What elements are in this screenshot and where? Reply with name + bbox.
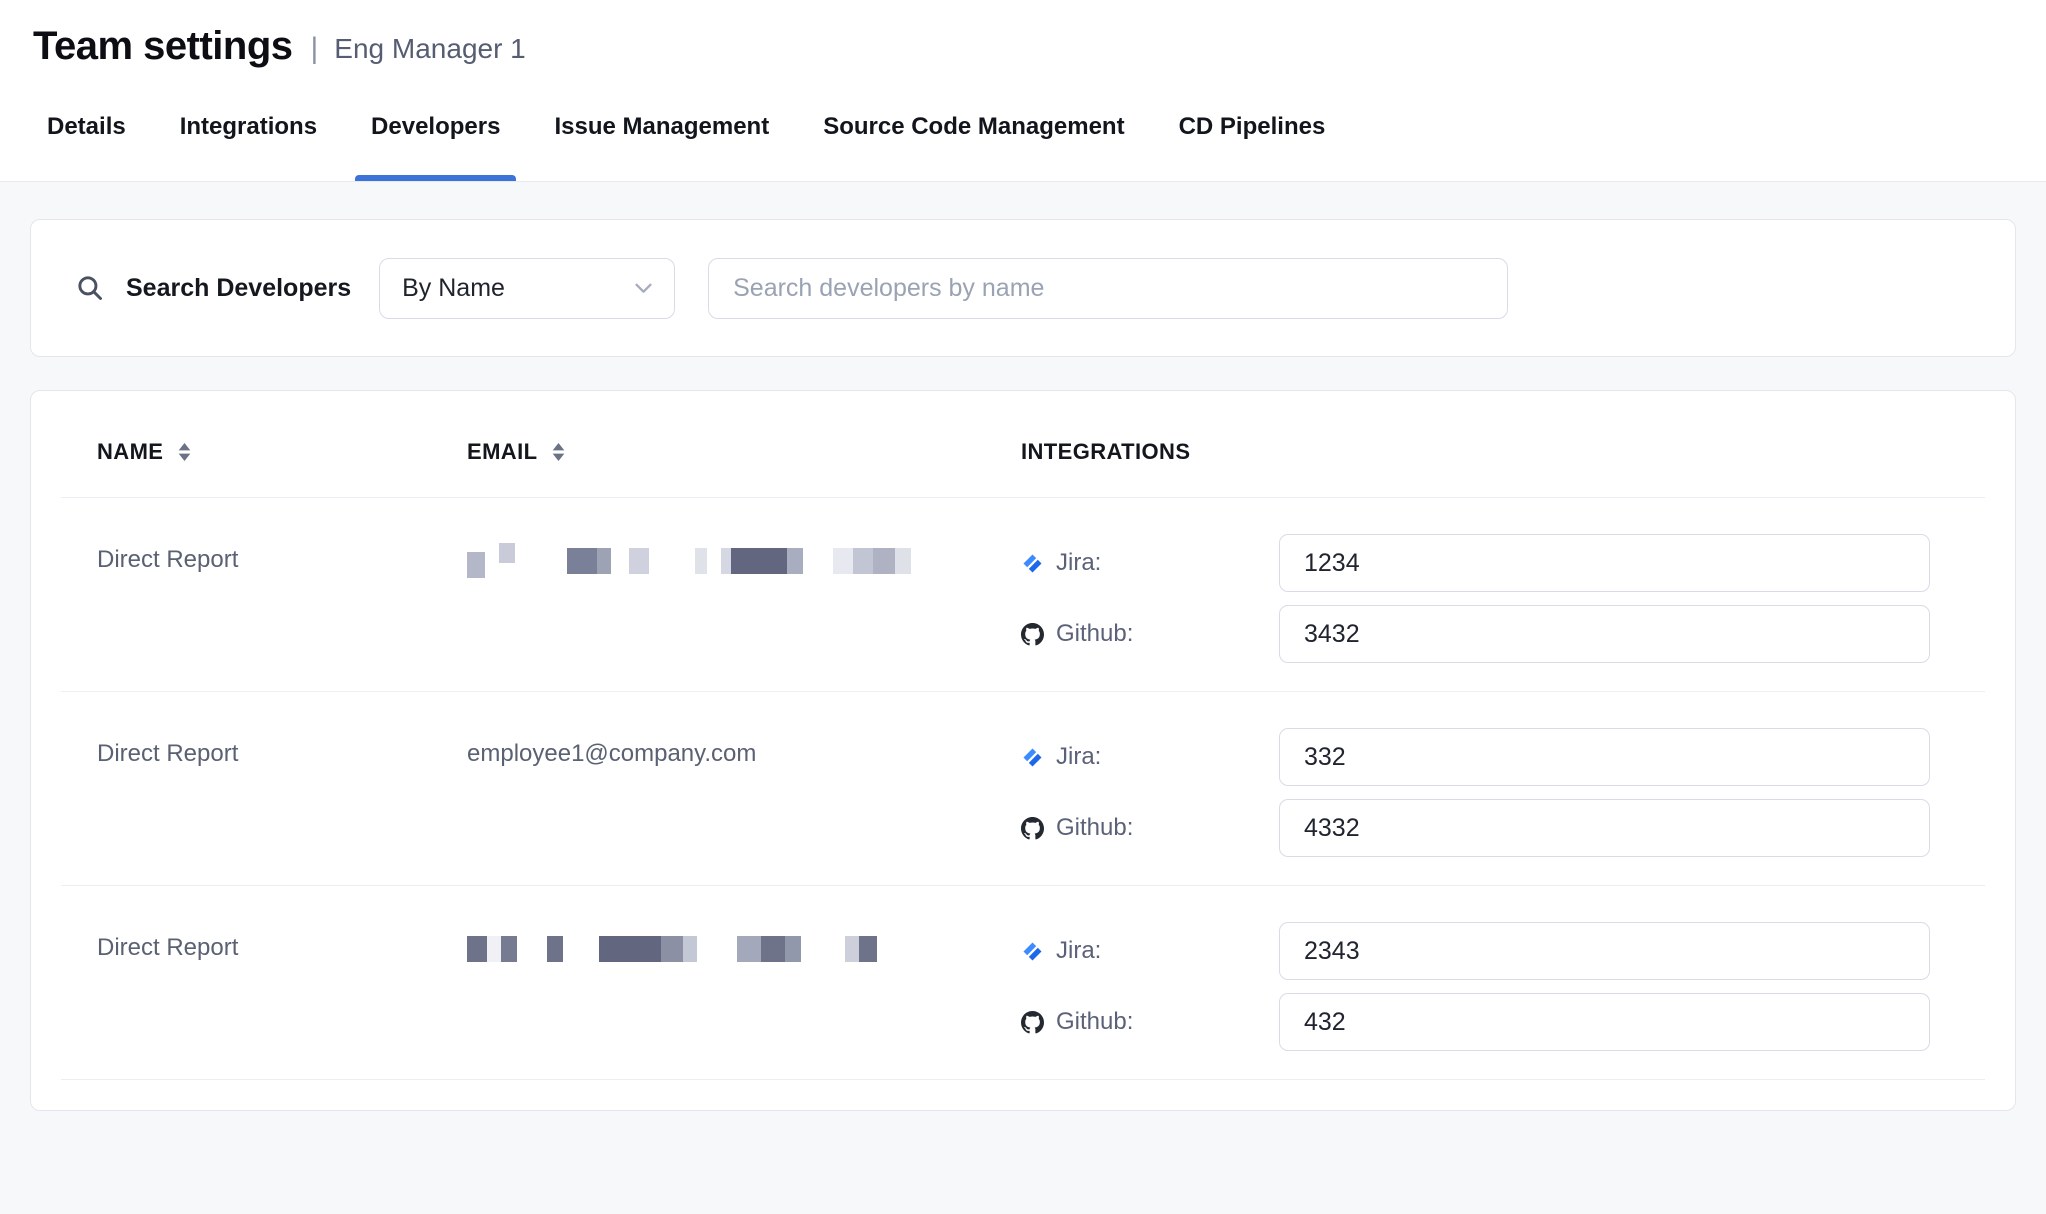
table-header-row: NAME EMAIL INTEGRATIONS (61, 391, 1985, 497)
search-icon (76, 274, 104, 302)
developer-email-redacted (431, 534, 986, 676)
jira-label: Jira: (1056, 937, 1101, 965)
jira-label: Jira: (1056, 743, 1101, 771)
jira-label: Jira: (1056, 549, 1101, 577)
jira-integration-row: Jira: (1021, 922, 1985, 980)
github-id-input[interactable] (1279, 605, 1930, 663)
github-id-input[interactable] (1279, 799, 1930, 857)
tab-details[interactable]: Details (45, 83, 128, 181)
jira-id-input[interactable] (1279, 728, 1930, 786)
tab-cd-pipelines[interactable]: CD Pipelines (1177, 83, 1328, 181)
chevron-down-icon (635, 283, 652, 294)
integrations-cell: Jira: Github: (986, 922, 1985, 1064)
developer-email-redacted (431, 922, 986, 1064)
sort-updown-icon[interactable] (178, 443, 191, 461)
sort-updown-icon[interactable] (552, 443, 565, 461)
redacted-email-blocks (467, 934, 986, 964)
table-row: Direct Report (61, 497, 1985, 691)
tab-developers[interactable]: Developers (369, 83, 502, 181)
github-label: Github: (1056, 620, 1133, 648)
column-header-name[interactable]: NAME (61, 439, 431, 465)
github-integration-row: Github: (1021, 605, 1985, 663)
search-filter-select[interactable]: By Name (379, 258, 675, 319)
github-icon (1021, 817, 1044, 840)
developer-name: Direct Report (61, 922, 431, 1064)
table-row: Direct Report (61, 885, 1985, 1080)
search-developers-label: Search Developers (126, 274, 351, 303)
search-developers-panel: Search Developers By Name (30, 219, 2016, 357)
team-name: Eng Manager 1 (334, 33, 525, 65)
github-label: Github: (1056, 814, 1133, 842)
jira-integration-row: Jira: (1021, 534, 1985, 592)
tab-source-code-management[interactable]: Source Code Management (821, 83, 1126, 181)
jira-icon (1021, 746, 1044, 769)
jira-icon (1021, 940, 1044, 963)
jira-icon (1021, 552, 1044, 575)
github-integration-row: Github: (1021, 993, 1985, 1051)
tab-integrations[interactable]: Integrations (178, 83, 319, 181)
page-title: Team settings (33, 24, 293, 69)
github-icon (1021, 1011, 1044, 1034)
jira-id-input[interactable] (1279, 534, 1930, 592)
search-filter-value: By Name (402, 274, 505, 303)
github-label: Github: (1056, 1008, 1133, 1036)
column-header-integrations: INTEGRATIONS (986, 439, 1985, 465)
tab-issue-management[interactable]: Issue Management (552, 83, 771, 181)
column-header-email-label: EMAIL (467, 439, 537, 465)
developer-name: Direct Report (61, 728, 431, 870)
column-header-integrations-label: INTEGRATIONS (1021, 439, 1190, 465)
table-row: Direct Report employee1@company.com Jira… (61, 691, 1985, 885)
column-header-name-label: NAME (97, 439, 163, 465)
title-separator: | (311, 32, 319, 66)
redacted-email-blocks (467, 546, 986, 576)
integrations-cell: Jira: Github: (986, 534, 1985, 676)
jira-id-input[interactable] (1279, 922, 1930, 980)
developers-table: NAME EMAIL INTEGRATIONS (30, 390, 2016, 1111)
github-id-input[interactable] (1279, 993, 1930, 1051)
github-integration-row: Github: (1021, 799, 1985, 857)
jira-integration-row: Jira: (1021, 728, 1985, 786)
column-header-email[interactable]: EMAIL (431, 439, 986, 465)
page-header: Team settings | Eng Manager 1 (0, 0, 2046, 83)
search-input[interactable] (708, 258, 1508, 319)
main-content: Search Developers By Name NAME (0, 182, 2046, 1111)
developer-name: Direct Report (61, 534, 431, 676)
integrations-cell: Jira: Github: (986, 728, 1985, 870)
tab-bar: Details Integrations Developers Issue Ma… (0, 83, 2046, 182)
developer-email: employee1@company.com (431, 728, 986, 870)
github-icon (1021, 623, 1044, 646)
